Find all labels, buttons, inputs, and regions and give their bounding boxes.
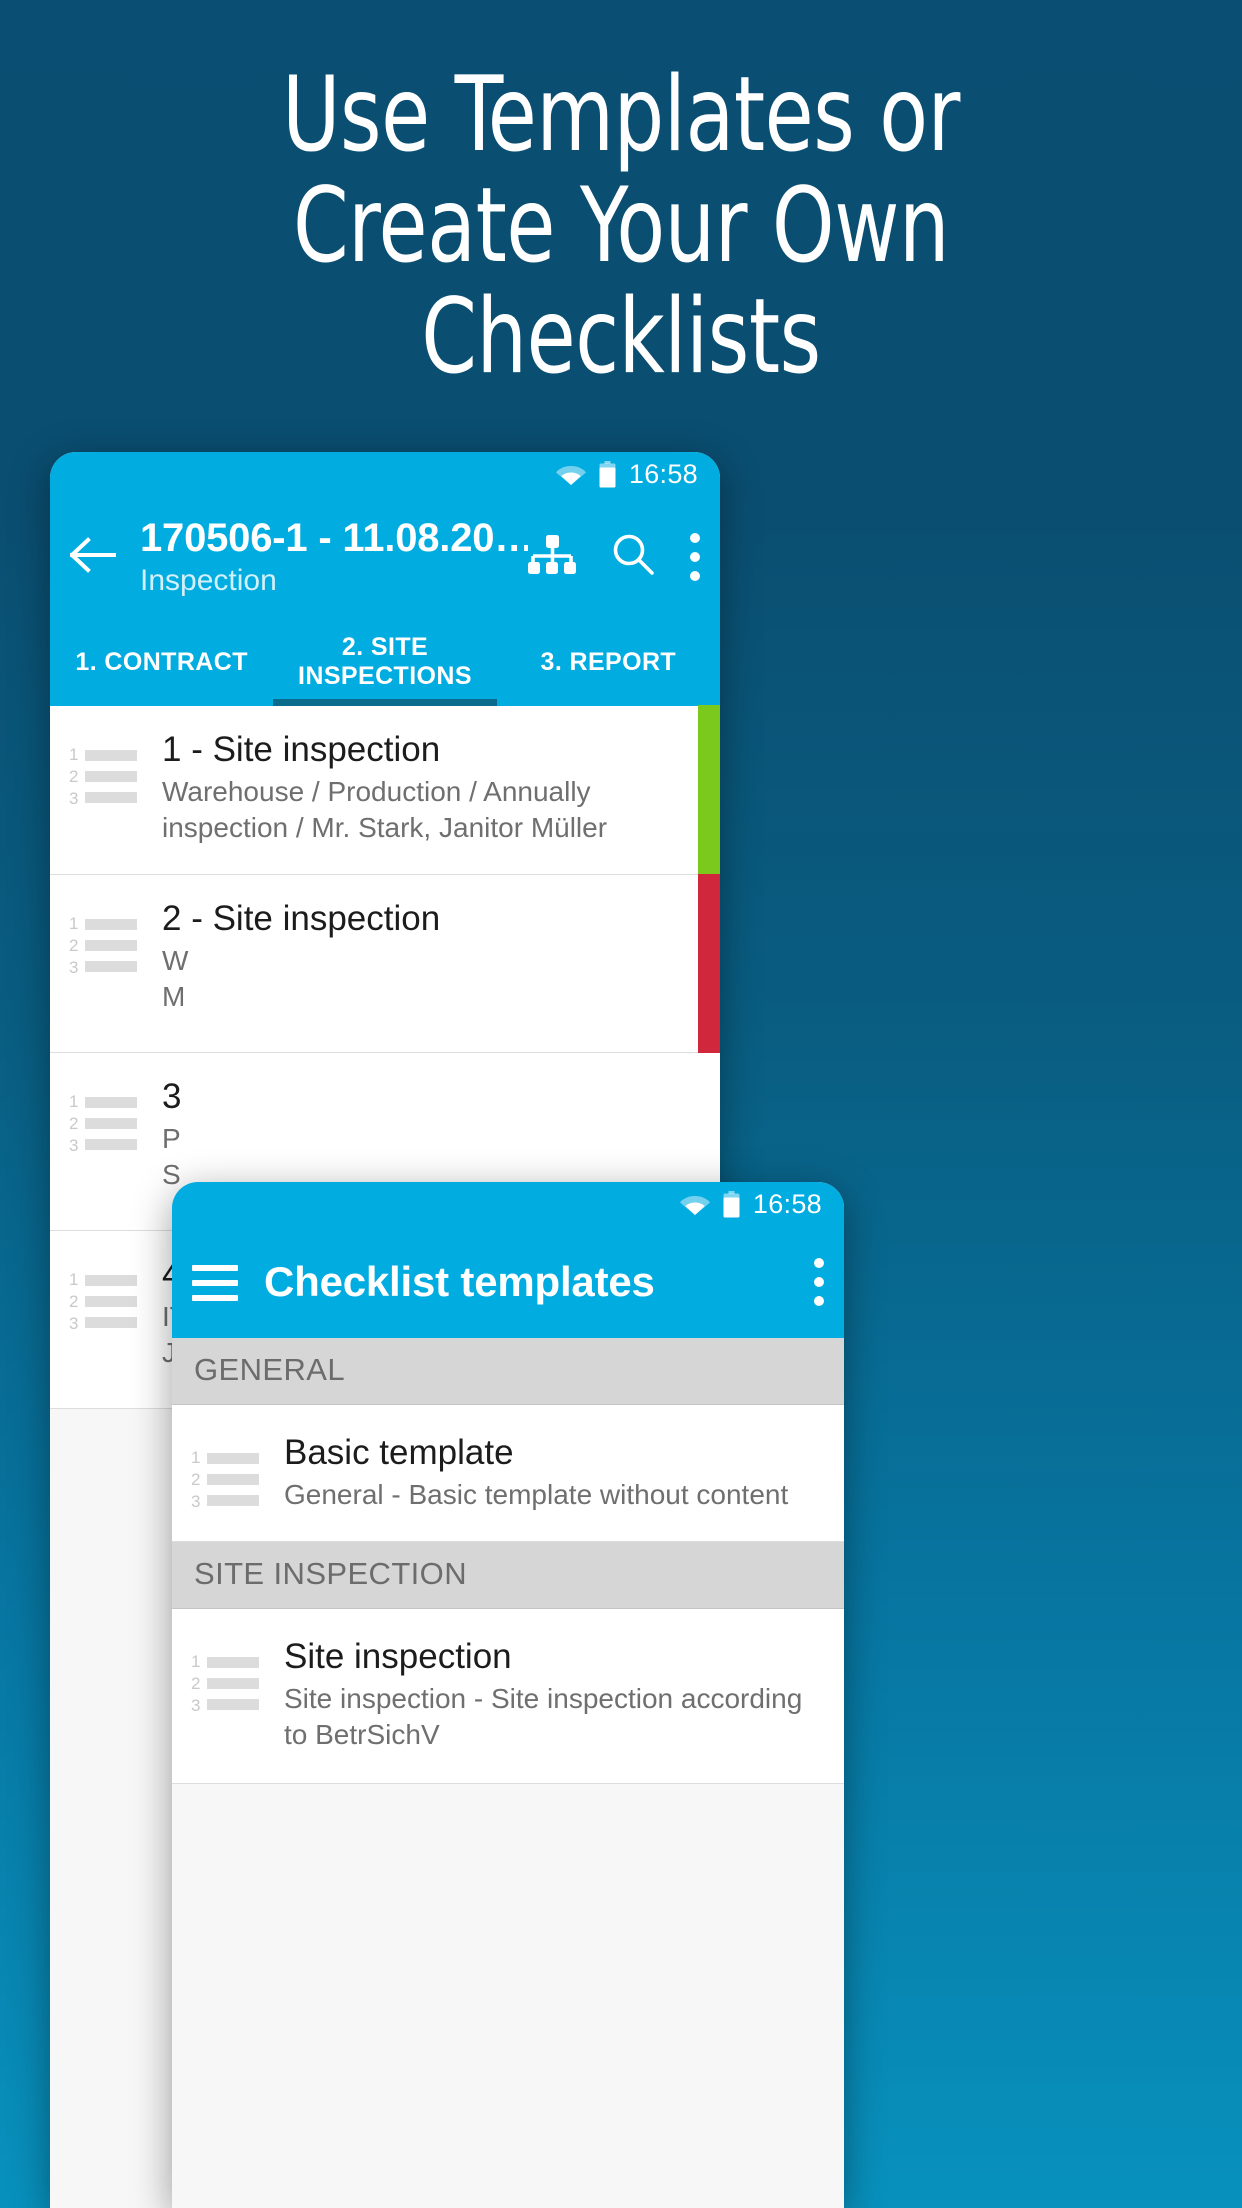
headline-line-2: Create Your Own <box>292 166 950 286</box>
numbered-list-icon: 1 2 3 <box>50 897 162 975</box>
hamburger-menu-icon[interactable] <box>192 1265 238 1301</box>
list-item-body: 2 - Site inspection W M <box>162 897 720 1015</box>
svg-text:2: 2 <box>191 1674 200 1693</box>
list-item-title: Basic template <box>284 1433 514 1472</box>
svg-text:3: 3 <box>191 1492 200 1509</box>
svg-text:2: 2 <box>69 1114 78 1133</box>
promo-screenshot: Use Templates or Create Your Own Checkli… <box>0 0 1242 2208</box>
svg-text:2: 2 <box>191 1470 200 1489</box>
tab-site-inspections[interactable]: 2. SITE INSPECTIONS <box>273 618 497 706</box>
list-item-title: Site inspection <box>284 1637 512 1676</box>
svg-text:3: 3 <box>69 1136 78 1153</box>
svg-text:1: 1 <box>69 914 78 933</box>
numbered-list-icon: 1 2 3 <box>172 1635 284 1713</box>
headline-line-1: Use Templates or <box>282 55 960 175</box>
front-phone-title: Checklist templates <box>264 1259 655 1305</box>
back-phone-app-bar: 170506-1 - 11.08.20… Inspection <box>50 496 720 618</box>
section-header-site-inspection: SITE INSPECTION <box>172 1542 844 1609</box>
svg-text:3: 3 <box>69 789 78 806</box>
overflow-menu-icon[interactable] <box>814 1258 824 1306</box>
list-empty-area <box>172 1784 844 2208</box>
svg-text:2: 2 <box>69 767 78 786</box>
overflow-menu-icon[interactable] <box>690 533 700 581</box>
numbered-list-icon: 1 2 3 <box>172 1431 284 1509</box>
status-bar-time: 16:58 <box>628 458 698 489</box>
svg-text:3: 3 <box>191 1696 200 1713</box>
numbered-list-icon: 1 2 3 <box>50 1075 162 1153</box>
list-item-subtitle: General - Basic template without content <box>284 1479 789 1510</box>
front-phone-title-block: Checklist templates <box>264 1259 814 1305</box>
list-item-title: 1 - Site inspection <box>162 730 441 769</box>
checklist-templates-list: GENERAL 1 2 3 Basic template General - B… <box>172 1338 844 2208</box>
back-phone-status-bar: 16:58 <box>50 452 720 496</box>
svg-text:2: 2 <box>69 1292 78 1311</box>
back-phone-title: 170506-1 - 11.08.20… <box>140 516 528 560</box>
wifi-icon <box>555 463 586 485</box>
list-item-body: 3 P S <box>162 1075 720 1193</box>
search-icon[interactable] <box>610 532 656 583</box>
list-item-subtitle: Site inspection - Site inspection accord… <box>284 1683 803 1750</box>
list-item-body: 1 - Site inspection Warehouse / Producti… <box>162 728 720 846</box>
svg-text:1: 1 <box>191 1448 200 1467</box>
battery-icon <box>723 1190 740 1218</box>
list-item[interactable]: 1 2 3 Basic template General - Basic tem… <box>172 1405 844 1542</box>
back-arrow-icon[interactable] <box>69 536 140 578</box>
tab-contract[interactable]: 1. CONTRACT <box>50 618 273 706</box>
section-header-general: GENERAL <box>172 1338 844 1405</box>
battery-icon <box>599 460 616 488</box>
svg-text:1: 1 <box>69 1270 78 1289</box>
front-phone-status-bar: 16:58 <box>172 1182 844 1226</box>
list-item-title: 3 <box>162 1077 182 1116</box>
status-badge <box>698 705 720 875</box>
list-item-subtitle: W M <box>162 945 189 1012</box>
svg-text:1: 1 <box>69 1092 78 1111</box>
svg-text:2: 2 <box>69 936 78 955</box>
front-phone-app-bar: Checklist templates <box>172 1226 844 1338</box>
back-phone-app-bar-actions <box>528 532 700 583</box>
list-item-subtitle: Warehouse / Production / Annually inspec… <box>162 776 608 843</box>
list-item[interactable]: 1 2 3 2 - Site inspection W M <box>50 874 720 1053</box>
page-title: Use Templates or Create Your Own Checkli… <box>87 60 1155 393</box>
tab-report[interactable]: 3. REPORT <box>497 618 720 706</box>
back-phone-tabs: 1. CONTRACT 2. SITE INSPECTIONS 3. REPOR… <box>50 618 720 706</box>
status-badge <box>698 874 720 1053</box>
numbered-list-icon: 1 2 3 <box>50 1253 162 1331</box>
headline-line-3: Checklists <box>421 277 821 397</box>
list-item[interactable]: 1 2 3 Site inspection Site inspection - … <box>172 1609 844 1784</box>
svg-text:3: 3 <box>69 958 78 975</box>
svg-text:3: 3 <box>69 1314 78 1331</box>
numbered-list-icon: 1 2 3 <box>50 728 162 806</box>
list-item-body: Site inspection Site inspection - Site i… <box>284 1635 844 1753</box>
hierarchy-icon[interactable] <box>528 533 576 582</box>
list-item[interactable]: 1 2 3 1 - Site inspection Warehouse / Pr… <box>50 705 720 875</box>
svg-text:1: 1 <box>69 745 78 764</box>
back-phone-subtitle: Inspection <box>140 564 277 597</box>
front-phone-screen: 16:58 Checklist templates GENERAL 1 2 3 … <box>172 1182 844 2208</box>
list-item-body: Basic template General - Basic template … <box>284 1431 844 1513</box>
status-bar-time: 16:58 <box>752 1188 822 1219</box>
back-phone-title-block: 170506-1 - 11.08.20… Inspection <box>140 515 528 599</box>
svg-text:1: 1 <box>191 1652 200 1671</box>
wifi-icon <box>679 1193 710 1215</box>
front-phone-app-bar-actions <box>814 1258 824 1306</box>
list-item-title: 2 - Site inspection <box>162 899 441 938</box>
